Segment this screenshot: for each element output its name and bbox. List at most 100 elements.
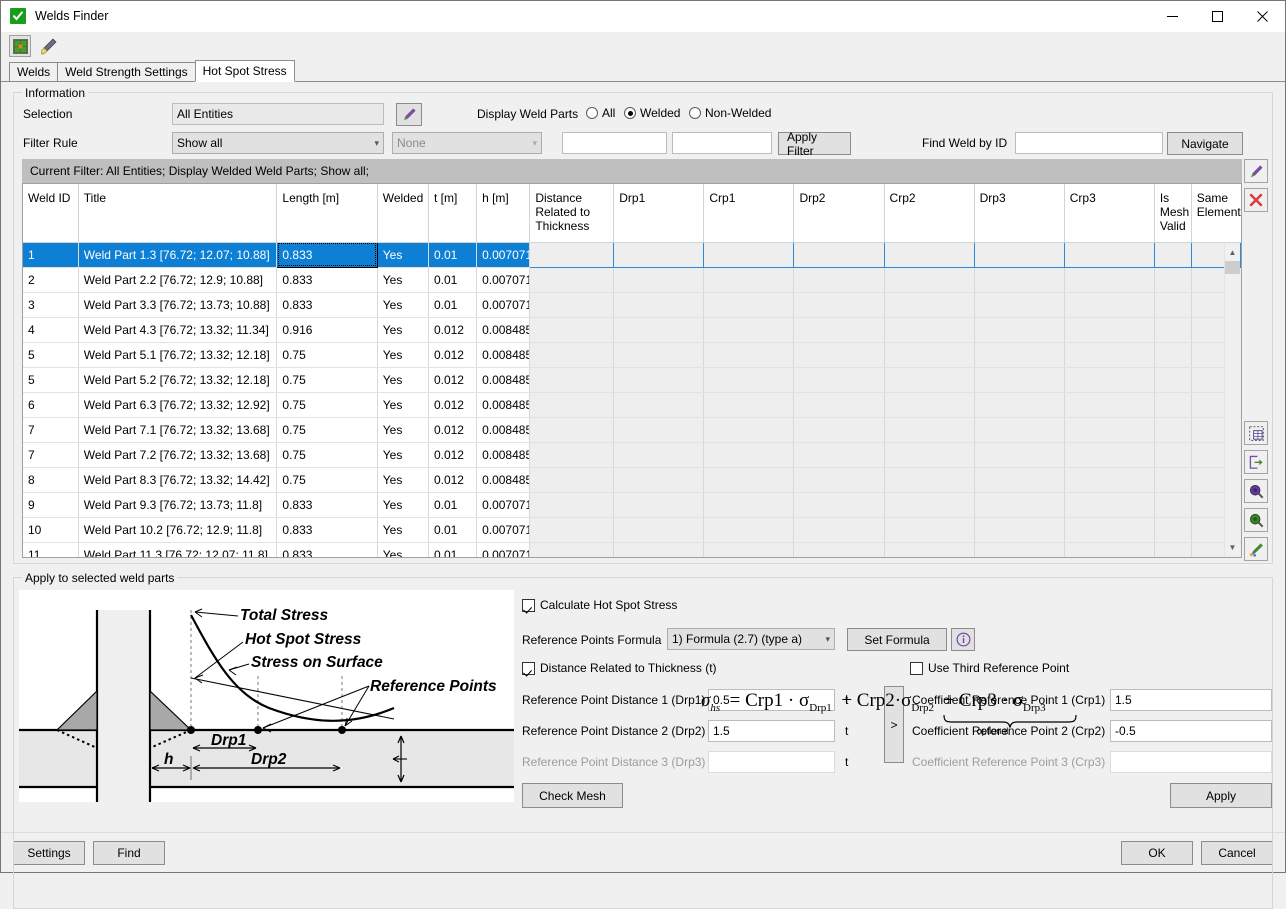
cell-is-mesh-valid[interactable]	[1154, 417, 1191, 442]
cell-drp3[interactable]	[974, 392, 1064, 417]
cell-distance-related-to-thickness[interactable]	[530, 392, 614, 417]
cell-crp3[interactable]	[1064, 242, 1154, 267]
cell-drp3[interactable]	[974, 517, 1064, 542]
cell-h h-cell[interactable]: 0.007071	[477, 242, 530, 267]
cell-drp3[interactable]	[974, 342, 1064, 367]
cell-is-mesh-valid[interactable]	[1154, 442, 1191, 467]
table-row[interactable]: 6Weld Part 6.3 [76.72; 13.32; 12.92]0.75…	[23, 392, 1241, 417]
cell-drp2[interactable]	[794, 392, 884, 417]
navigate-button[interactable]: Navigate	[1167, 132, 1243, 155]
table-row[interactable]: 10Weld Part 10.2 [76.72; 12.9; 11.8]0.83…	[23, 517, 1241, 542]
cell-distance-related-to-thickness[interactable]	[530, 292, 614, 317]
col-h[interactable]: h [m]	[477, 184, 530, 242]
cell-is-mesh-valid[interactable]	[1154, 392, 1191, 417]
cell-distance-related-to-thickness[interactable]	[530, 467, 614, 492]
cell-title[interactable]: Weld Part 5.1 [76.72; 13.32; 12.18]	[78, 342, 277, 367]
cell-welded[interactable]: Yes	[377, 542, 428, 558]
cell-h h-cell[interactable]: 0.008485	[477, 467, 530, 492]
cell-drp1[interactable]	[614, 342, 704, 367]
cell-t[interactable]: 0.012	[428, 342, 476, 367]
cell-crp3[interactable]	[1064, 417, 1154, 442]
cell-welded[interactable]: Yes	[377, 517, 428, 542]
cell-weld-id[interactable]: 10	[23, 517, 78, 542]
cell-crp2[interactable]	[884, 267, 974, 292]
table-row[interactable]: 11Weld Part 11.3 [76.72; 12.07; 11.8]0.8…	[23, 542, 1241, 558]
cell-crp2[interactable]	[884, 292, 974, 317]
reference-points-formula-combo[interactable]: 1) Formula (2.7) (type a) ▾	[667, 628, 835, 650]
cell-t[interactable]: 0.01	[428, 292, 476, 317]
cell-drp2[interactable]	[794, 542, 884, 558]
cell-crp2[interactable]	[884, 317, 974, 342]
cell-t[interactable]: 0.012	[428, 467, 476, 492]
filter-value-input-2[interactable]	[672, 132, 772, 154]
cell-title[interactable]: Weld Part 2.2 [76.72; 12.9; 10.88]	[78, 267, 277, 292]
cell-welded[interactable]: Yes	[377, 292, 428, 317]
cell-drp1[interactable]	[614, 492, 704, 517]
edit-pencil-button[interactable]	[1244, 159, 1268, 183]
cell-drp1[interactable]	[614, 517, 704, 542]
cell-crp2[interactable]	[884, 492, 974, 517]
cell-t[interactable]: 0.01	[428, 492, 476, 517]
cell-is-mesh-valid[interactable]	[1154, 292, 1191, 317]
export-button[interactable]	[1244, 450, 1268, 474]
cell-drp1[interactable]	[614, 292, 704, 317]
cell-drp3[interactable]	[974, 367, 1064, 392]
radio-welded[interactable]: Welded	[624, 106, 680, 120]
crp3-input[interactable]	[1110, 751, 1272, 773]
cell-t[interactable]: 0.01	[428, 242, 476, 267]
cell-h h-cell[interactable]: 0.007071	[477, 292, 530, 317]
cell-distance-related-to-thickness[interactable]	[530, 542, 614, 558]
cell-length[interactable]: 0.75	[277, 417, 377, 442]
cell-drp3[interactable]	[974, 242, 1064, 267]
cell-title[interactable]: Weld Part 6.3 [76.72; 13.32; 12.92]	[78, 392, 277, 417]
cell-weld-id[interactable]: 9	[23, 492, 78, 517]
cell-h h-cell[interactable]: 0.007071	[477, 267, 530, 292]
cell-h h-cell[interactable]: 0.008485	[477, 442, 530, 467]
cell-crp1[interactable]	[704, 292, 794, 317]
selection-input[interactable]	[172, 103, 384, 125]
cell-drp3[interactable]	[974, 267, 1064, 292]
scroll-up-arrow-icon[interactable]: ▲	[1225, 244, 1240, 261]
cell-t[interactable]: 0.01	[428, 517, 476, 542]
col-length[interactable]: Length [m]	[277, 184, 377, 242]
tab-hot-spot-stress[interactable]: Hot Spot Stress	[195, 60, 295, 82]
cell-title[interactable]: Weld Part 8.3 [76.72; 13.32; 14.42]	[78, 467, 277, 492]
apply-filter-button[interactable]: Apply Filter	[778, 132, 851, 155]
scrollbar-thumb[interactable]	[1225, 261, 1240, 274]
cell-welded[interactable]: Yes	[377, 267, 428, 292]
cell-crp3[interactable]	[1064, 342, 1154, 367]
table-row[interactable]: 7Weld Part 7.2 [76.72; 13.32; 13.68]0.75…	[23, 442, 1241, 467]
cell-drp1[interactable]	[614, 392, 704, 417]
cell-crp1[interactable]	[704, 442, 794, 467]
col-title[interactable]: Title	[78, 184, 277, 242]
col-drp1[interactable]: Drp1	[614, 184, 704, 242]
cell-distance-related-to-thickness[interactable]	[530, 417, 614, 442]
cell-crp3[interactable]	[1064, 442, 1154, 467]
cell-is-mesh-valid[interactable]	[1154, 542, 1191, 558]
cell-weld-id[interactable]: 4	[23, 317, 78, 342]
set-formula-button[interactable]: Set Formula	[847, 628, 947, 651]
cell-weld-id[interactable]: 7	[23, 442, 78, 467]
delete-button[interactable]	[1244, 188, 1268, 212]
table-row[interactable]: 2Weld Part 2.2 [76.72; 12.9; 10.88]0.833…	[23, 267, 1241, 292]
cell-title[interactable]: Weld Part 4.3 [76.72; 13.32; 11.34]	[78, 317, 277, 342]
cell-drp3[interactable]	[974, 442, 1064, 467]
tab-weld-strength-settings[interactable]: Weld Strength Settings	[57, 62, 196, 82]
col-crp2[interactable]: Crp2	[884, 184, 974, 242]
cell-weld-id[interactable]: 5	[23, 367, 78, 392]
cell-weld-id[interactable]: 5	[23, 342, 78, 367]
cell-title[interactable]: Weld Part 10.2 [76.72; 12.9; 11.8]	[78, 517, 277, 542]
crp2-input[interactable]	[1110, 720, 1272, 742]
cell-title[interactable]: Weld Part 5.2 [76.72; 13.32; 12.18]	[78, 367, 277, 392]
cell-h h-cell[interactable]: 0.008485	[477, 417, 530, 442]
cell-crp3[interactable]	[1064, 517, 1154, 542]
cell-welded[interactable]: Yes	[377, 392, 428, 417]
cell-distance-related-to-thickness[interactable]	[530, 267, 614, 292]
cell-drp3[interactable]	[974, 542, 1064, 558]
cell-is-mesh-valid[interactable]	[1154, 367, 1191, 392]
table-row[interactable]: 8Weld Part 8.3 [76.72; 13.32; 14.42]0.75…	[23, 467, 1241, 492]
col-t[interactable]: t [m]	[428, 184, 476, 242]
cell-drp2[interactable]	[794, 417, 884, 442]
table-row[interactable]: 5Weld Part 5.1 [76.72; 13.32; 12.18]0.75…	[23, 342, 1241, 367]
cell-welded[interactable]: Yes	[377, 467, 428, 492]
